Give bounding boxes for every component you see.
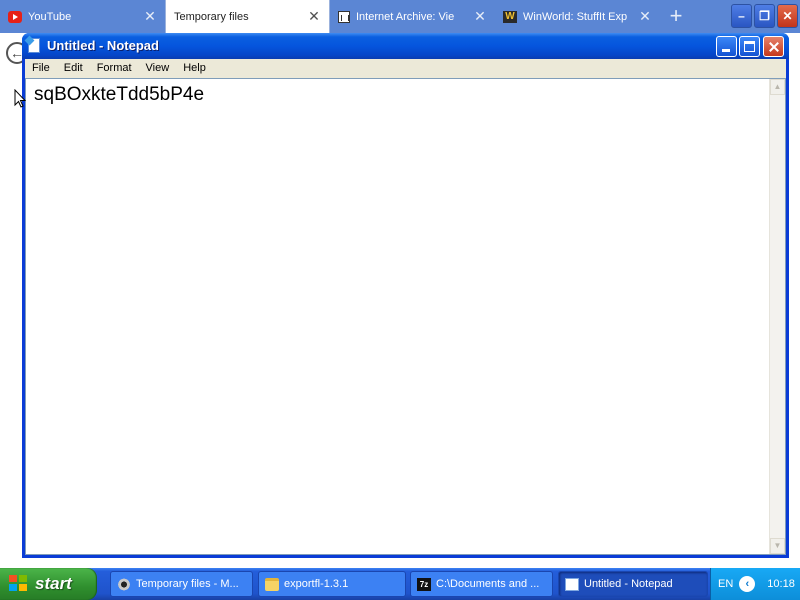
- close-button[interactable]: [763, 36, 784, 57]
- browser-restore-button[interactable]: ❐: [754, 4, 775, 28]
- editor-content: sqBOxkteTdd5bP4e: [34, 84, 205, 105]
- menu-format[interactable]: Format: [90, 59, 139, 78]
- minimize-button[interactable]: [716, 36, 737, 57]
- 7zip-icon: 7z: [417, 577, 431, 591]
- menu-file[interactable]: File: [25, 59, 57, 78]
- close-icon[interactable]: ✕: [636, 8, 654, 25]
- tab-youtube[interactable]: YouTube ✕: [0, 0, 165, 33]
- browser-close-button[interactable]: ✕: [777, 4, 798, 28]
- notepad-icon: [28, 38, 40, 53]
- start-button[interactable]: start: [0, 568, 97, 600]
- taskbar-item-label: Untitled - Notepad: [584, 578, 673, 590]
- language-indicator[interactable]: EN: [718, 578, 733, 590]
- close-icon[interactable]: ✕: [141, 8, 159, 25]
- window-title: Untitled - Notepad: [47, 38, 159, 53]
- maximize-button[interactable]: [739, 36, 760, 57]
- windows-logo-icon: [9, 575, 29, 593]
- close-icon[interactable]: ✕: [471, 8, 489, 25]
- tab-label: YouTube: [28, 10, 72, 23]
- browser-minimize-button[interactable]: –: [731, 4, 752, 28]
- chevron-left-icon[interactable]: ‹: [739, 576, 756, 592]
- tab-label: Temporary files: [174, 10, 249, 23]
- taskbar-item-label: Temporary files - M...: [136, 578, 239, 590]
- tab-internet-archive[interactable]: Internet Archive: Vie ✕: [330, 0, 495, 33]
- taskbar-item-temporary-files[interactable]: Temporary files - M...: [110, 571, 253, 597]
- menu-bar: File Edit Format View Help: [25, 59, 786, 78]
- winworld-icon: W: [503, 10, 517, 23]
- notepad-icon: [565, 577, 579, 591]
- folder-icon: [265, 577, 279, 591]
- menu-help[interactable]: Help: [176, 59, 213, 78]
- taskbar-item-exportfl[interactable]: exportfl-1.3.1: [258, 571, 406, 597]
- vertical-scrollbar[interactable]: ▲ ▼: [769, 79, 785, 554]
- notepad-title-bar[interactable]: Untitled - Notepad: [22, 33, 789, 59]
- notepad-window: Untitled - Notepad File Edit Format View…: [22, 33, 789, 558]
- taskbar: start Temporary files - M... exportfl-1.…: [0, 568, 800, 600]
- menu-edit[interactable]: Edit: [57, 59, 90, 78]
- new-tab-button[interactable]: +: [664, 4, 688, 28]
- youtube-icon: [8, 10, 22, 23]
- internet-archive-icon: [338, 10, 350, 23]
- browser-tab-strip: YouTube ✕ Temporary files ✕ Internet Arc…: [0, 0, 800, 33]
- scroll-up-icon[interactable]: ▲: [770, 79, 785, 95]
- taskbar-item-documents[interactable]: 7z C:\Documents and ...: [410, 571, 553, 597]
- taskbar-item-label: exportfl-1.3.1: [284, 578, 349, 590]
- taskbar-item-notepad[interactable]: Untitled - Notepad: [558, 571, 708, 597]
- tab-temporary-files[interactable]: Temporary files ✕: [165, 0, 330, 33]
- taskbar-item-label: C:\Documents and ...: [436, 578, 540, 590]
- tab-label: Internet Archive: Vie: [356, 10, 455, 23]
- text-editor-area[interactable]: sqBOxkteTdd5bP4e ▲ ▼: [25, 78, 786, 555]
- close-icon[interactable]: ✕: [305, 8, 323, 25]
- menu-view[interactable]: View: [139, 59, 177, 78]
- tab-label: WinWorld: StuffIt Exp: [523, 10, 628, 23]
- tab-winworld[interactable]: W WinWorld: StuffIt Exp ✕: [495, 0, 660, 33]
- scroll-down-icon[interactable]: ▼: [770, 538, 785, 554]
- clock: 10:18: [767, 578, 795, 590]
- system-tray: EN ‹ 10:18: [710, 568, 800, 600]
- eye-icon: [117, 577, 131, 591]
- start-label: start: [35, 574, 72, 593]
